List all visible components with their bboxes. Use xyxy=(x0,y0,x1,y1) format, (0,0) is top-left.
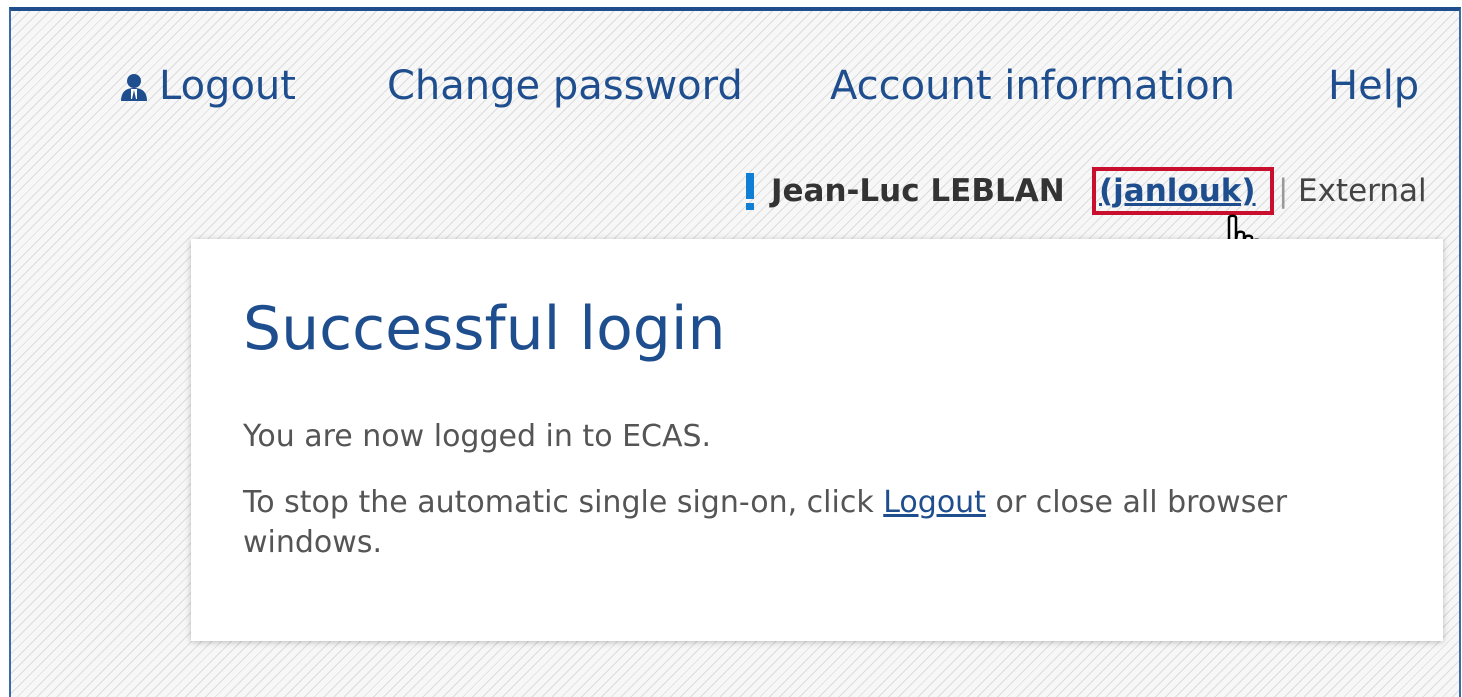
help-link[interactable]: Help xyxy=(1328,61,1419,111)
page-frame: Logout Change password Account informati… xyxy=(9,7,1461,697)
user-id-link[interactable]: (janlouk) xyxy=(1099,171,1256,211)
logout-link[interactable]: Logout xyxy=(159,61,296,111)
user-full-name: Jean-Luc LEBLAN xyxy=(771,173,1065,209)
sso-message: To stop the automatic single sign-on, cl… xyxy=(243,483,1303,563)
account-information-link[interactable]: Account information xyxy=(830,61,1235,111)
separator: | xyxy=(1278,173,1289,209)
inline-logout-link[interactable]: Logout xyxy=(883,485,986,520)
user-type-label: External xyxy=(1298,173,1427,209)
logged-in-message: You are now logged in to ECAS. xyxy=(243,419,712,454)
user-icon xyxy=(121,74,147,101)
sso-message-text-before: To stop the automatic single sign-on, cl… xyxy=(243,485,884,520)
change-password-link[interactable]: Change password xyxy=(387,61,743,111)
page-title: Successful login xyxy=(243,294,726,364)
login-success-card: Successful login You are now logged in t… xyxy=(191,239,1443,641)
exclamation-icon xyxy=(746,173,754,210)
